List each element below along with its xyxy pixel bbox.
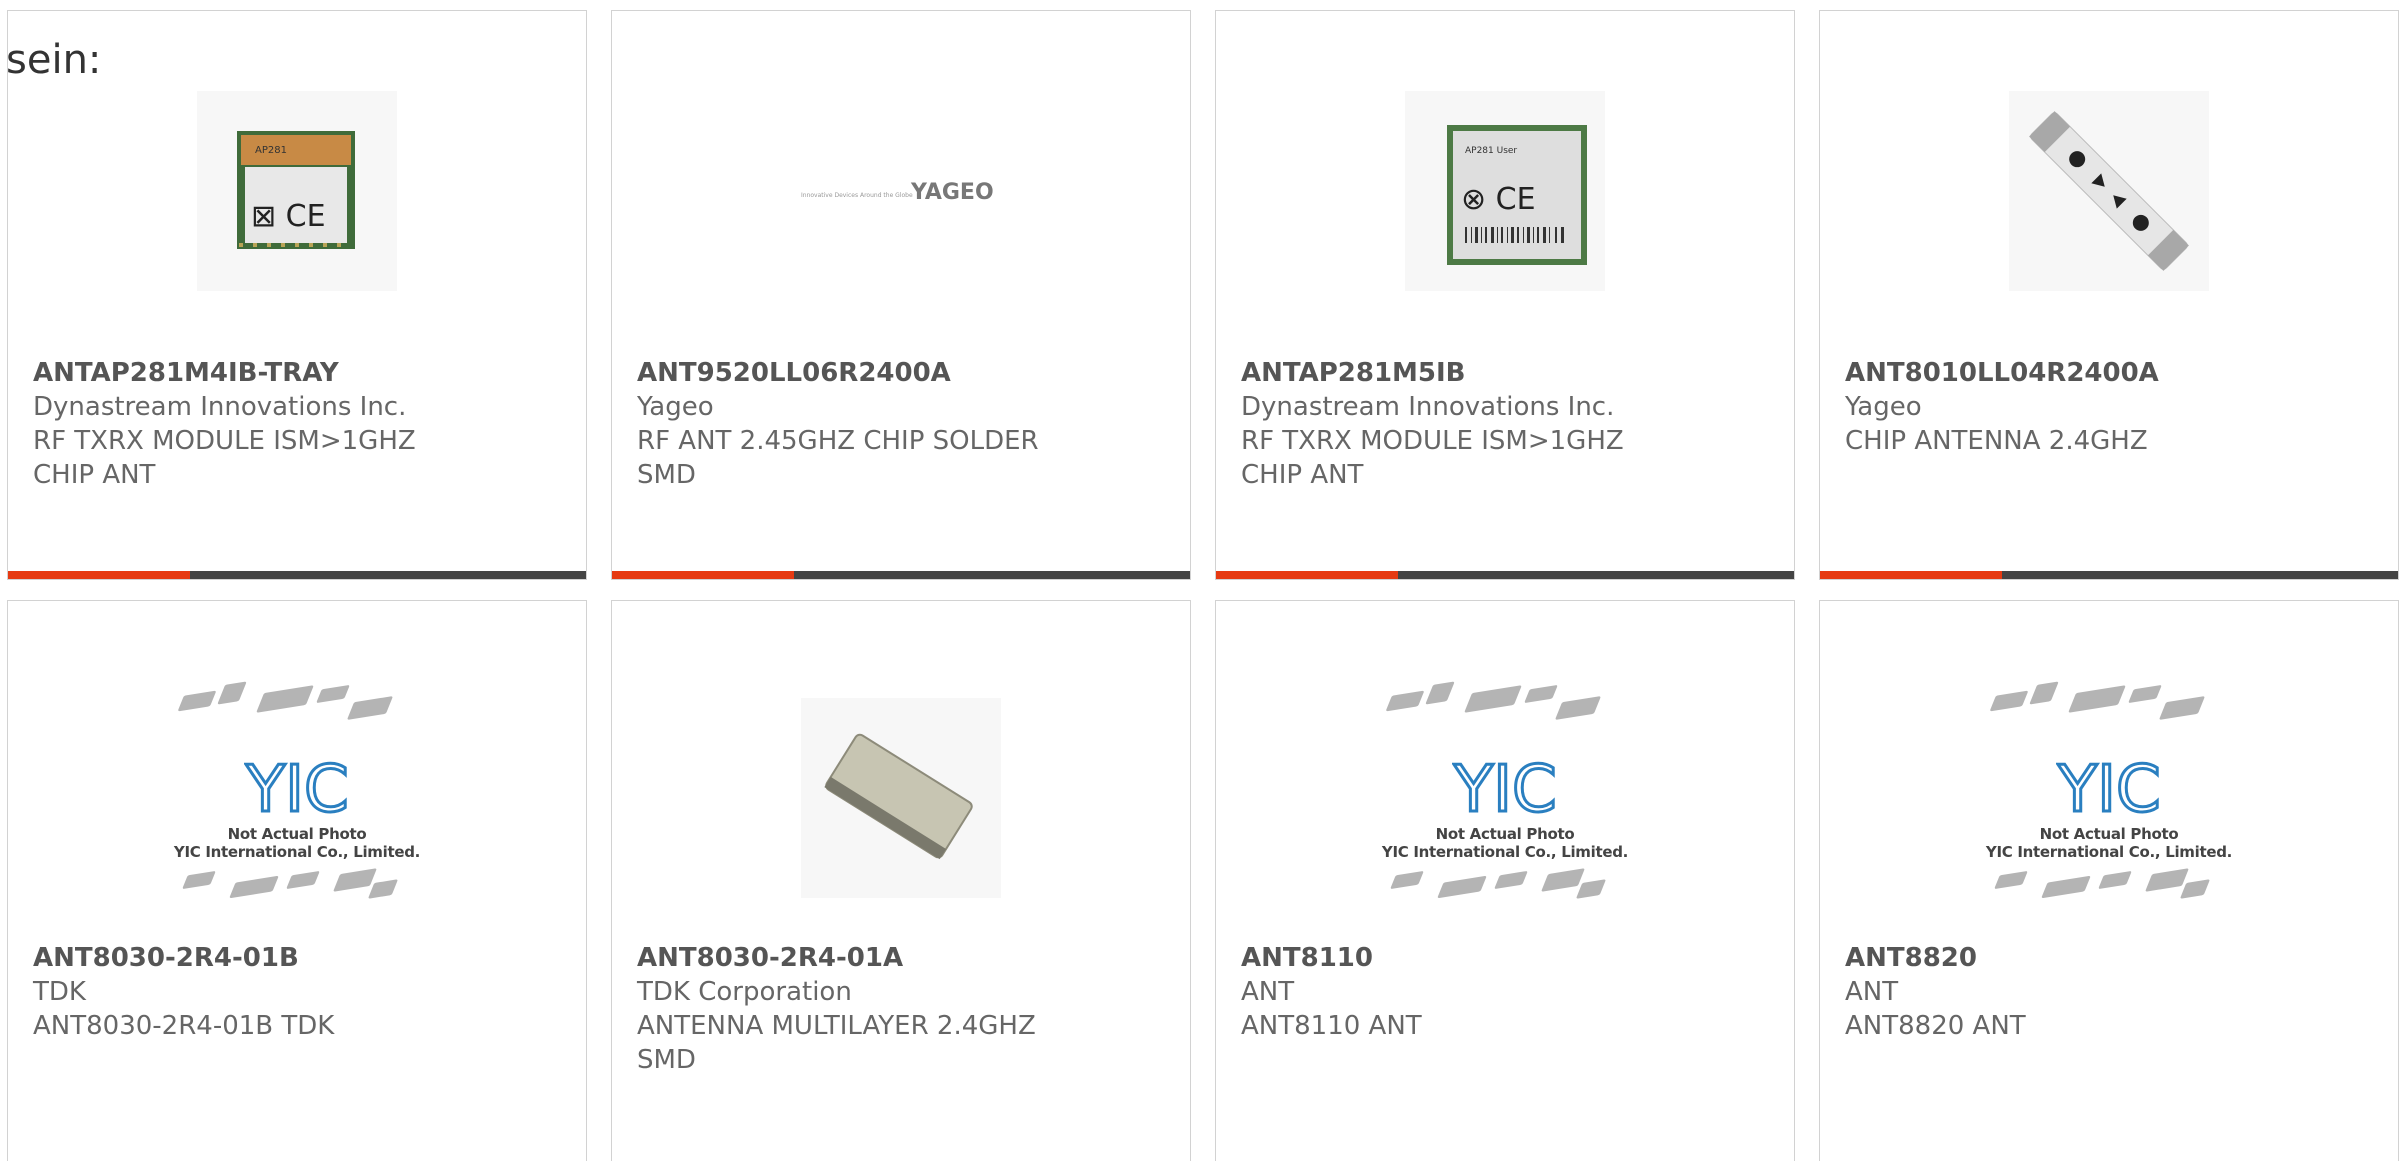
- part-number[interactable]: ANT9520LL06R2400A: [637, 356, 1170, 390]
- svg-text:YIC: YIC: [1453, 753, 1557, 821]
- svg-text:AP281: AP281: [255, 145, 287, 156]
- card-accent: [612, 571, 794, 579]
- product-info: ANTAP281M5IB Dynastream Innovations Inc.…: [1241, 356, 1774, 492]
- product-image[interactable]: YIC Not Actual Photo YIC International C…: [1216, 663, 1794, 933]
- logo-tagline: Innovative Devices Around the Globe: [801, 192, 913, 199]
- manufacturer: ANT: [1845, 977, 1899, 1007]
- part-number[interactable]: ANT8820: [1845, 941, 2378, 975]
- rf-module-image: AP281 User ⊗ CE: [1405, 91, 1605, 291]
- product-image[interactable]: Innovative Devices Around the Globe YAGE…: [612, 71, 1190, 311]
- product-info: ANT8030-2R4-01B TDK ANT8030-2R4-01B TDK: [33, 941, 566, 1043]
- description-line2: CHIP ANT: [1241, 460, 1364, 490]
- description-line2: SMD: [637, 460, 696, 490]
- product-card[interactable]: ANT8010LL04R2400A Yageo CHIP ANTENNA 2.4…: [1819, 10, 2399, 580]
- product-info: ANT9520LL06R2400A Yageo RF ANT 2.45GHZ C…: [637, 356, 1170, 492]
- description-line1: CHIP ANTENNA 2.4GHZ: [1845, 426, 2148, 456]
- manufacturer: Yageo: [1845, 392, 1922, 422]
- product-image[interactable]: YIC Not Actual Photo YIC International C…: [1820, 663, 2398, 933]
- manufacturer: TDK Corporation: [637, 977, 852, 1007]
- product-image[interactable]: AP281 ⊠ CE: [8, 71, 586, 311]
- product-card[interactable]: ANT8030-2R4-01A TDK Corporation ANTENNA …: [611, 600, 1191, 1161]
- description-line1: RF TXRX MODULE ISM>1GHZ: [33, 426, 416, 456]
- description-line2: CHIP ANT: [33, 460, 156, 490]
- product-info: ANT8110 ANT ANT8110 ANT: [1241, 941, 1774, 1043]
- yic-logo-icon: YIC: [244, 752, 350, 822]
- ceramic-chip-image: [801, 698, 1001, 898]
- svg-text:AP281 User: AP281 User: [1465, 146, 1517, 156]
- svg-text:⊠ CE: ⊠ CE: [251, 199, 326, 234]
- product-image[interactable]: [1820, 71, 2398, 311]
- card-footer-bar: [1820, 571, 2398, 579]
- product-image[interactable]: AP281 User ⊗ CE: [1216, 71, 1794, 311]
- product-info: ANT8010LL04R2400A Yageo CHIP ANTENNA 2.4…: [1845, 356, 2378, 458]
- placeholder-caption-1: Not Actual Photo: [1435, 825, 1575, 843]
- not-actual-photo-placeholder: YIC Not Actual Photo YIC International C…: [1974, 673, 2244, 923]
- product-info: ANTAP281M4IB-TRAY Dynastream Innovations…: [33, 356, 566, 492]
- placeholder-caption-2: YIC International Co., Limited.: [1985, 843, 2233, 861]
- manufacturer: Dynastream Innovations Inc.: [1241, 392, 1615, 422]
- chip-antenna-image: [2009, 91, 2209, 291]
- placeholder-caption-2: YIC International Co., Limited.: [1381, 843, 1629, 861]
- part-number[interactable]: ANTAP281M5IB: [1241, 356, 1774, 390]
- product-card[interactable]: YIC Not Actual Photo YIC International C…: [1819, 600, 2399, 1161]
- svg-text:YIC: YIC: [245, 753, 349, 821]
- manufacturer: ANT: [1241, 977, 1295, 1007]
- intro-text: sein:: [6, 37, 102, 83]
- part-number[interactable]: ANT8110: [1241, 941, 1774, 975]
- manufacturer: Yageo: [637, 392, 714, 422]
- description-line1: ANT8820 ANT: [1845, 1011, 2026, 1041]
- placeholder-caption-2: YIC International Co., Limited.: [173, 843, 421, 861]
- part-number[interactable]: ANT8030-2R4-01A: [637, 941, 1170, 975]
- description-line1: RF TXRX MODULE ISM>1GHZ: [1241, 426, 1624, 456]
- product-image[interactable]: YIC Not Actual Photo YIC International C…: [8, 663, 586, 933]
- product-card[interactable]: AP281 ⊠ CE ANTAP281M4IB-TRAY Dynastream …: [7, 10, 587, 580]
- not-actual-photo-placeholder: YIC Not Actual Photo YIC International C…: [162, 673, 432, 923]
- rf-module-image: AP281 ⊠ CE: [197, 91, 397, 291]
- part-number[interactable]: ANT8010LL04R2400A: [1845, 356, 2378, 390]
- yic-logo-icon: YIC: [1452, 752, 1558, 822]
- yic-logo-icon: YIC: [2056, 752, 2162, 822]
- product-image[interactable]: [612, 663, 1190, 933]
- product-card[interactable]: AP281 User ⊗ CE ANTAP281M5IB Dynastream …: [1215, 10, 1795, 580]
- description-line1: ANT8110 ANT: [1241, 1011, 1422, 1041]
- yageo-logo-text: YAGEO: [910, 180, 994, 205]
- description-line1: ANTENNA MULTILAYER 2.4GHZ: [637, 1011, 1036, 1041]
- svg-text:⊗ CE: ⊗ CE: [1461, 182, 1536, 217]
- svg-text:YIC: YIC: [2057, 753, 2161, 821]
- product-card[interactable]: YIC Not Actual Photo YIC International C…: [7, 600, 587, 1161]
- not-actual-photo-placeholder: YIC Not Actual Photo YIC International C…: [1370, 673, 1640, 923]
- card-footer-bar: [8, 571, 586, 579]
- manufacturer: TDK: [33, 977, 86, 1007]
- part-number[interactable]: ANTAP281M4IB-TRAY: [33, 356, 566, 390]
- product-info: ANT8820 ANT ANT8820 ANT: [1845, 941, 2378, 1043]
- product-card[interactable]: Innovative Devices Around the Globe YAGE…: [611, 10, 1191, 580]
- product-info: ANT8030-2R4-01A TDK Corporation ANTENNA …: [637, 941, 1170, 1077]
- card-accent: [1820, 571, 2002, 579]
- description-line1: ANT8030-2R4-01B TDK: [33, 1011, 335, 1041]
- product-card[interactable]: YIC Not Actual Photo YIC International C…: [1215, 600, 1795, 1161]
- placeholder-caption-1: Not Actual Photo: [2039, 825, 2179, 843]
- card-accent: [8, 571, 190, 579]
- placeholder-caption-1: Not Actual Photo: [227, 825, 367, 843]
- description-line2: SMD: [637, 1045, 696, 1075]
- description-line1: RF ANT 2.45GHZ CHIP SOLDER: [637, 426, 1039, 456]
- part-number[interactable]: ANT8030-2R4-01B: [33, 941, 566, 975]
- card-accent: [1216, 571, 1398, 579]
- manufacturer: Dynastream Innovations Inc.: [33, 392, 407, 422]
- yageo-logo-image: Innovative Devices Around the Globe YAGE…: [801, 180, 994, 205]
- card-footer-bar: [1216, 571, 1794, 579]
- card-footer-bar: [612, 571, 1190, 579]
